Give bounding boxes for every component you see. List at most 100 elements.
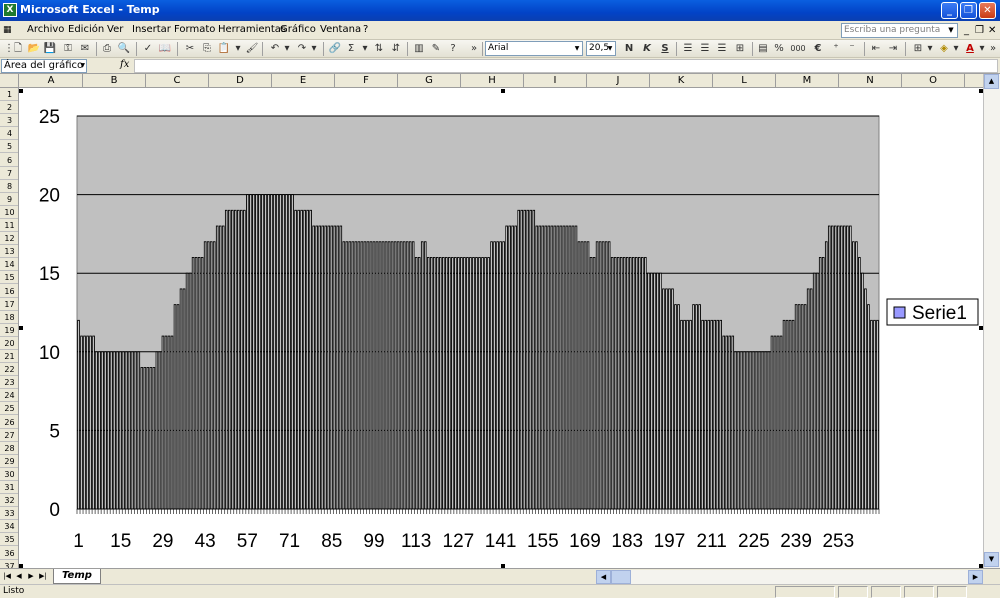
chart-bar[interactable] bbox=[641, 257, 644, 510]
chart-bar[interactable] bbox=[155, 351, 159, 510]
chart-bar[interactable] bbox=[737, 351, 741, 510]
chart-bar[interactable] bbox=[423, 241, 427, 510]
chart-bar[interactable] bbox=[843, 225, 846, 510]
row-header[interactable]: 13 bbox=[0, 245, 18, 259]
chart-bar[interactable] bbox=[592, 257, 596, 510]
chart-bar[interactable] bbox=[149, 367, 153, 510]
chart-bar[interactable] bbox=[170, 335, 174, 510]
chevron-down-icon[interactable]: ▼ bbox=[945, 24, 957, 37]
chart-bar[interactable] bbox=[478, 257, 481, 510]
new-icon[interactable]: 🗋 bbox=[11, 42, 25, 56]
chart-bar[interactable] bbox=[556, 225, 560, 510]
spelling-icon[interactable]: ✓ bbox=[141, 42, 155, 56]
row-header[interactable]: 36 bbox=[0, 547, 18, 560]
chart-area[interactable]: 0 5 10 15 20 25 1 15 29 43 57 71 85 99 113 127 141 155 169… bbox=[19, 88, 983, 568]
chart-bar[interactable] bbox=[746, 351, 750, 510]
chart-bar[interactable] bbox=[300, 209, 303, 510]
chart-bar[interactable] bbox=[420, 241, 424, 510]
menu-ventana[interactable]: Ventana bbox=[320, 24, 361, 35]
row-header[interactable]: 31 bbox=[0, 481, 18, 494]
merge-center-icon[interactable]: ⊞ bbox=[733, 42, 747, 56]
chart-bar[interactable] bbox=[755, 351, 759, 510]
chart-bar[interactable] bbox=[357, 241, 361, 510]
chart-bar[interactable] bbox=[616, 257, 620, 510]
chart-bar[interactable] bbox=[619, 257, 623, 510]
chart-bar[interactable] bbox=[98, 351, 101, 510]
chart-bar[interactable] bbox=[589, 257, 593, 510]
chart-bar[interactable] bbox=[761, 351, 765, 510]
row-header[interactable]: 12 bbox=[0, 232, 18, 246]
chart-bar[interactable] bbox=[472, 257, 475, 510]
percent-button[interactable]: % bbox=[772, 42, 786, 56]
chart-bar[interactable] bbox=[234, 209, 237, 510]
chart-bar[interactable] bbox=[457, 257, 460, 510]
menu-formato[interactable]: Formato bbox=[174, 24, 215, 35]
chart-bar[interactable] bbox=[442, 257, 445, 510]
excel-app-icon[interactable]: X bbox=[3, 3, 17, 17]
chart-bar[interactable] bbox=[113, 351, 116, 510]
chart-bar[interactable] bbox=[764, 351, 768, 510]
chart-bar[interactable] bbox=[818, 257, 822, 510]
chart-bar[interactable] bbox=[188, 272, 192, 510]
chart-bar[interactable] bbox=[674, 304, 677, 510]
vertical-scrollbar[interactable]: ▲ ▼ bbox=[983, 74, 1000, 568]
font-size-select[interactable]: 20,5 ▼ bbox=[586, 41, 616, 56]
chart-bar[interactable] bbox=[285, 194, 288, 510]
sheet-tab-temp[interactable]: Temp bbox=[53, 569, 101, 584]
chart-bar[interactable] bbox=[553, 225, 557, 510]
chart-bar[interactable] bbox=[384, 241, 388, 510]
row-header[interactable]: 23 bbox=[0, 376, 18, 390]
chart-bar[interactable] bbox=[559, 225, 563, 510]
chart-bar[interactable] bbox=[77, 319, 80, 510]
chart-bar[interactable] bbox=[297, 209, 300, 510]
row-header[interactable]: 20 bbox=[0, 337, 18, 350]
chart-bar[interactable] bbox=[595, 241, 599, 510]
chart-bar[interactable] bbox=[363, 241, 367, 510]
column-header[interactable]: M bbox=[776, 74, 839, 87]
chevron-down-icon[interactable]: ▼ bbox=[572, 42, 582, 55]
column-header[interactable]: L bbox=[713, 74, 776, 87]
row-header[interactable]: 29 bbox=[0, 455, 18, 468]
chart-bar[interactable] bbox=[743, 351, 747, 510]
chart-bar[interactable] bbox=[348, 241, 352, 510]
chart-bar[interactable] bbox=[330, 225, 334, 510]
chart-bar[interactable] bbox=[481, 257, 484, 510]
chart-bar[interactable] bbox=[119, 351, 122, 510]
chart-bar[interactable] bbox=[405, 241, 409, 510]
chart-bar[interactable] bbox=[261, 194, 264, 510]
chart-bar[interactable] bbox=[565, 225, 569, 510]
research-icon[interactable]: 📖 bbox=[158, 42, 172, 56]
column-header[interactable]: C bbox=[146, 74, 209, 87]
chart-bar[interactable] bbox=[861, 272, 864, 510]
row-header[interactable]: 17 bbox=[0, 298, 18, 311]
row-header[interactable]: 14 bbox=[0, 258, 18, 272]
chart-bar[interactable] bbox=[399, 241, 403, 510]
chart-bar[interactable] bbox=[378, 241, 382, 510]
chart-bar[interactable] bbox=[529, 209, 533, 510]
increase-indent-icon[interactable]: ⇥ bbox=[886, 42, 900, 56]
chart-bar[interactable] bbox=[870, 319, 873, 510]
chart-bar[interactable] bbox=[873, 319, 876, 510]
row-header[interactable]: 33 bbox=[0, 507, 18, 521]
chevron-down-icon[interactable]: ▾ bbox=[949, 42, 963, 56]
column-header[interactable]: E bbox=[272, 74, 335, 87]
chart-bar[interactable] bbox=[249, 194, 252, 510]
chart-bar[interactable] bbox=[89, 335, 92, 510]
chart-bar[interactable] bbox=[252, 194, 255, 510]
menu-grafico[interactable]: Gráfico bbox=[280, 24, 316, 35]
row-header[interactable]: 1 bbox=[0, 88, 18, 101]
chart-bar[interactable] bbox=[360, 241, 364, 510]
row-header[interactable]: 25 bbox=[0, 402, 18, 416]
chart-bar[interactable] bbox=[767, 351, 771, 510]
row-header[interactable]: 15 bbox=[0, 271, 18, 285]
row-header[interactable]: 7 bbox=[0, 167, 18, 180]
column-header[interactable]: N bbox=[839, 74, 902, 87]
italic-button[interactable]: K bbox=[640, 42, 654, 56]
chart-bar[interactable] bbox=[635, 257, 638, 510]
chart-bar[interactable] bbox=[128, 351, 132, 510]
chart-bar[interactable] bbox=[800, 304, 804, 510]
chart-bar[interactable] bbox=[396, 241, 400, 510]
workbook-icon[interactable]: ▦ bbox=[3, 25, 12, 35]
row-header[interactable]: 3 bbox=[0, 114, 18, 128]
sort-ascending-icon[interactable]: ⇅ bbox=[372, 42, 386, 56]
